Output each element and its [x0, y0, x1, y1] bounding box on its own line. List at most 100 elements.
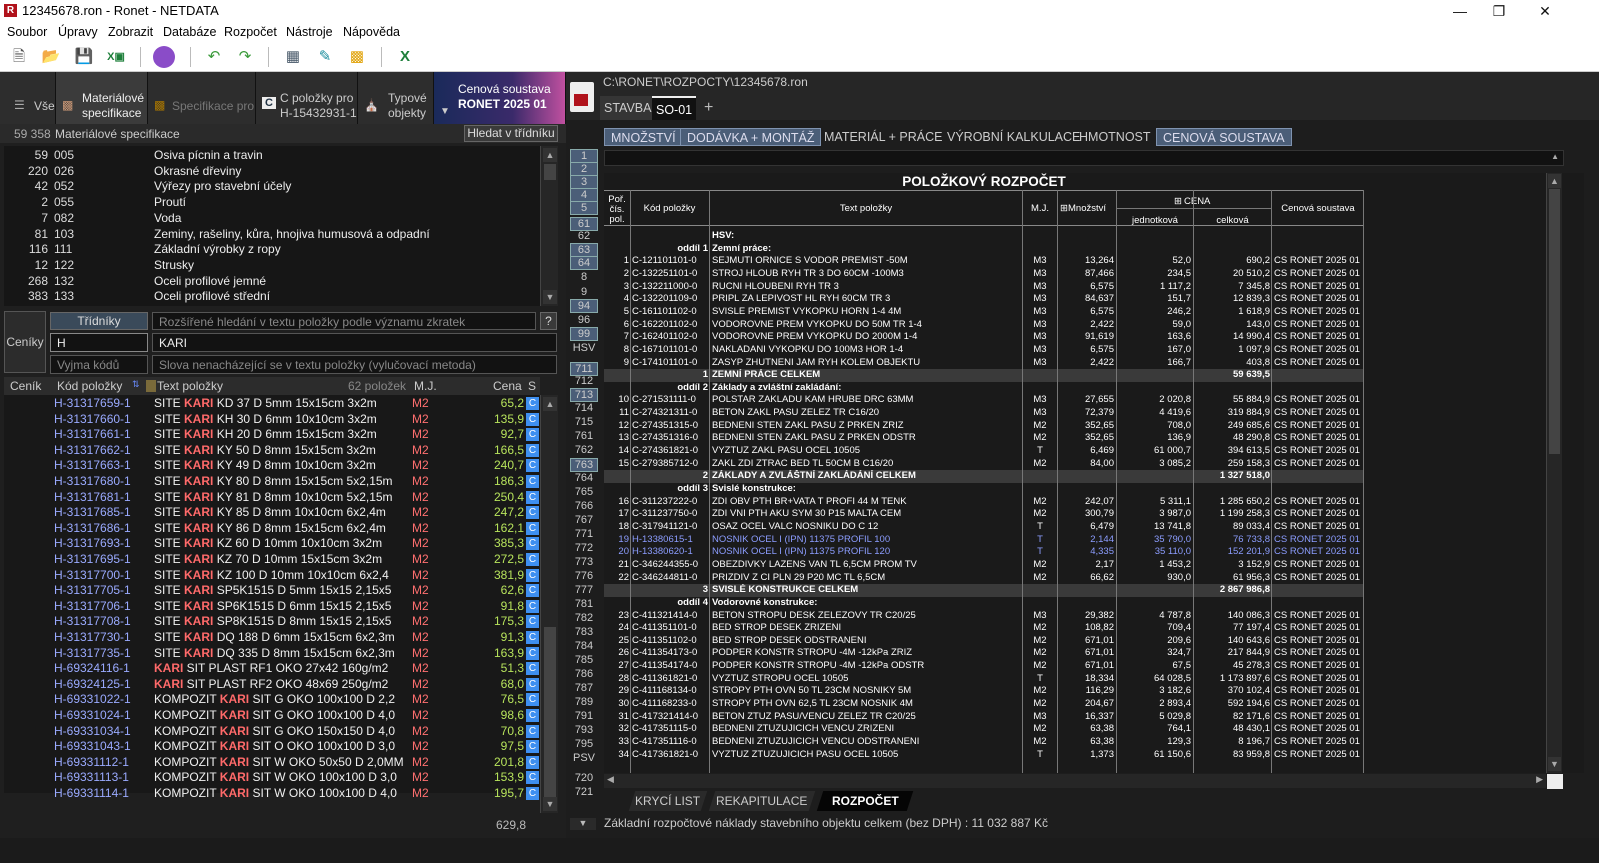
- scroll-right-icon[interactable]: ▶: [1536, 774, 1543, 785]
- scroll-up-icon[interactable]: ▲: [543, 397, 557, 411]
- col-mj[interactable]: M.J.: [414, 379, 437, 393]
- table-row[interactable]: 25 C-411351102-0 BED STROP DESEK ODSTRANEN…: [604, 635, 1364, 648]
- list-item[interactable]: H-69331043-1 KOMPOZIT KARI SIT O OKO 100x…: [4, 739, 540, 755]
- grid-icon[interactable]: ▩: [346, 46, 368, 68]
- list-item[interactable]: H-31317706-1 SITE KARI SP6K1515 D 6mm 15x…: [4, 599, 540, 615]
- outline-level-button[interactable]: 795: [570, 738, 598, 750]
- list-item[interactable]: H-69331034-1 KOMPOZIT KARI SIT G OKO 150x…: [4, 724, 540, 740]
- exclude-words-input[interactable]: Slova nenacházející se v textu položky (…: [152, 355, 557, 374]
- outline-level-button[interactable]: 787: [570, 682, 598, 694]
- table-row[interactable]: 23 C-411321414-0 BETON STROPU DESK ZELEZOV…: [604, 610, 1364, 623]
- view-hmotnost[interactable]: HMOTNOST: [1073, 128, 1157, 146]
- table-row[interactable]: 3 C-132211000-0 RUCNI HLOUBENI RYH TR 3 M3 6…: [604, 281, 1364, 294]
- section-total-row[interactable]: 3 SVISLÉ KONSTRUKCE CELKEM 2 867 986,8: [604, 584, 1364, 597]
- table-row[interactable]: 6 C-162201102-0 VODOROVNE PREM VYKOPKU DO …: [604, 319, 1364, 332]
- category-row[interactable]: 42 052 Výřezy pro stavební účely: [4, 179, 540, 195]
- outline-level-button[interactable]: 61: [570, 217, 598, 231]
- table-row[interactable]: 5 C-161101102-0 SVISLE PREMIST VYKOPKU HOR…: [604, 306, 1364, 319]
- outline-level-button[interactable]: 772: [570, 542, 598, 554]
- table-row[interactable]: 18 C-317941121-0 OSAZ OCEL VALC NOSNIKU DO…: [604, 521, 1364, 534]
- price-system-badge[interactable]: ▼ Cenová soustava RONET 2025 01: [434, 72, 566, 124]
- col-kod[interactable]: Kód položky: [57, 379, 122, 393]
- outline-level-button[interactable]: 784: [570, 640, 598, 652]
- expand-up-icon[interactable]: ▲: [1551, 152, 1559, 161]
- table-row[interactable]: 26 C-411354173-0 PODPER KONSTR STROPU -4M …: [604, 647, 1364, 660]
- excel-import-icon[interactable]: X: [394, 46, 416, 68]
- list-item[interactable]: H-31317661-1 SITE KARI KH 20 D 6mm 15x15c…: [4, 427, 540, 443]
- close-button[interactable]: ✕: [1522, 0, 1568, 22]
- outline-level-button[interactable]: 713: [570, 388, 598, 402]
- outline-level-button[interactable]: 783: [570, 626, 598, 638]
- extended-search-input[interactable]: Rozšířené hledání v textu položky podle …: [152, 312, 536, 330]
- category-row[interactable]: 220 026 Okrasné dřeviny: [4, 164, 540, 180]
- list-item[interactable]: H-31317693-1 SITE KARI KZ 60 D 10mm 10x10…: [4, 536, 540, 552]
- table-row[interactable]: 34 C-417361821-0 VYZTUZ ZTUZUJICICH PASU O…: [604, 749, 1364, 762]
- table-row[interactable]: 11 C-274321311-0 BETON ZAKL PASU ZELEZ TR …: [604, 407, 1364, 420]
- outline-level-button[interactable]: 715: [570, 416, 598, 428]
- table-row[interactable]: 33 C-417351116-0 BEDNENI ZTUZUJICICH VENCU…: [604, 736, 1364, 749]
- outline-level-button[interactable]: 94: [570, 299, 598, 313]
- category-scrollbar[interactable]: ▲ ▼: [540, 146, 558, 306]
- outline-level-button[interactable]: 765: [570, 486, 598, 498]
- tab-so-01[interactable]: SO-01: [652, 96, 697, 120]
- table-row[interactable]: 2 C-132251101-0 STROJ HLOUB RYH TR 3 DO 60…: [604, 268, 1364, 281]
- export-excel-pdf-icon[interactable]: X▣: [105, 46, 127, 68]
- tab-material-specs[interactable]: ▩ Materiálové specifikace: [56, 72, 148, 124]
- outline-level-button[interactable]: 63: [570, 243, 598, 257]
- category-row[interactable]: 12 122 Strusky: [4, 258, 540, 274]
- outline-level-button[interactable]: 762: [570, 444, 598, 456]
- list-item[interactable]: H-69324116-1 KARI SIT PLAST RF1 OKO 27x42…: [4, 661, 540, 677]
- category-row[interactable]: 81 103 Zeminy, rašeliny, kůra, hnojiva hum…: [4, 227, 540, 243]
- redo-icon[interactable]: ↷: [234, 46, 256, 68]
- tab-type-objects[interactable]: ⛪ Typové objekty: [358, 72, 434, 124]
- code-filter-input[interactable]: H: [50, 333, 148, 352]
- save-icon[interactable]: 💾: [73, 46, 95, 68]
- outline-level-button[interactable]: 8: [570, 271, 598, 283]
- outline-level-button[interactable]: 771: [570, 528, 598, 540]
- outline-level-button[interactable]: 64: [570, 256, 598, 270]
- view-cenova-soustava[interactable]: CENOVÁ SOUSTAVA: [1156, 128, 1292, 146]
- exclude-codes-input[interactable]: Vyjma kódů: [50, 355, 148, 374]
- outline-level-button[interactable]: 4: [570, 188, 598, 202]
- sort-icon[interactable]: ⇅: [132, 379, 140, 390]
- outline-level-button[interactable]: 767: [570, 514, 598, 526]
- outline-level-button[interactable]: 5: [570, 201, 598, 215]
- list-item[interactable]: H-31317685-1 SITE KARI KY 85 D 8mm 10x10c…: [4, 505, 540, 521]
- table-row[interactable]: 4 C-132201109-0 PRIPL ZA LEPIVOST HL RYH 6…: [604, 293, 1364, 306]
- category-row[interactable]: 7 082 Voda: [4, 211, 540, 227]
- new-file-icon[interactable]: 🗎: [8, 46, 30, 68]
- scroll-left-icon[interactable]: ◀: [607, 774, 614, 785]
- outline-level-button[interactable]: 785: [570, 654, 598, 666]
- outline-level-button[interactable]: 782: [570, 612, 598, 624]
- category-row[interactable]: 383 133 Oceli profilové střední: [4, 289, 540, 305]
- table-row[interactable]: 24 C-411351101-0 BED STROP DESEK ZRIZENI M2…: [604, 622, 1364, 635]
- list-item[interactable]: H-69331024-1 KOMPOZIT KARI SIT G OKO 100x…: [4, 708, 540, 724]
- view-vyrobni-kalkulace[interactable]: VÝROBNÍ KALKULACE: [941, 128, 1086, 146]
- section-header-row[interactable]: oddíl 2 Základy a zvláštní zakládání:: [604, 381, 1364, 395]
- outline-level-button[interactable]: 776: [570, 570, 598, 582]
- col-cenik[interactable]: Ceník: [10, 379, 41, 393]
- outline-level-button[interactable]: 777: [570, 584, 598, 596]
- sheet-scrollbar-h[interactable]: ◀ ▶: [604, 774, 1546, 788]
- tab-all[interactable]: ☰ Vše: [0, 72, 56, 124]
- section-header-row[interactable]: oddíl 4 Vodorovné konstrukce:: [604, 596, 1364, 610]
- menu-napoveda[interactable]: Nápověda: [343, 25, 400, 39]
- outline-level-button[interactable]: 793: [570, 724, 598, 736]
- menu-databaze[interactable]: Databáze: [163, 25, 217, 39]
- outline-level-button[interactable]: 96: [570, 314, 598, 326]
- table-row[interactable]: 13 C-274351316-0 BEDNENI STEN ZAKL PASU Z …: [604, 432, 1364, 445]
- table-row[interactable]: 19 H-13380615-1 NOSNIK OCEL I (IPN) 11375 …: [604, 534, 1364, 547]
- outline-level-button[interactable]: 62: [570, 230, 598, 242]
- outline-level-button[interactable]: 712: [570, 375, 598, 387]
- table-row[interactable]: 27 C-411354174-0 PODPER KONSTR STROPU -4M …: [604, 660, 1364, 673]
- list-item[interactable]: H-31317735-1 SITE KARI DQ 335 D 8mm 15x15…: [4, 646, 540, 662]
- table-row[interactable]: 8 C-167101101-0 NAKLADANI VYKOPKU DO 100M3…: [604, 344, 1364, 357]
- outline-level-button[interactable]: 3: [570, 175, 598, 189]
- menu-rozpocet[interactable]: Rozpočet: [224, 25, 277, 39]
- list-item[interactable]: H-69331022-1 KOMPOZIT KARI SIT G OKO 100x…: [4, 692, 540, 708]
- help-button[interactable]: ?: [540, 312, 557, 330]
- menu-upravy[interactable]: Úpravy: [58, 25, 98, 39]
- col-s[interactable]: S: [528, 379, 536, 393]
- col-cena[interactable]: Cena: [493, 379, 522, 393]
- list-item[interactable]: H-31317695-1 SITE KARI KZ 70 D 10mm 15x15…: [4, 552, 540, 568]
